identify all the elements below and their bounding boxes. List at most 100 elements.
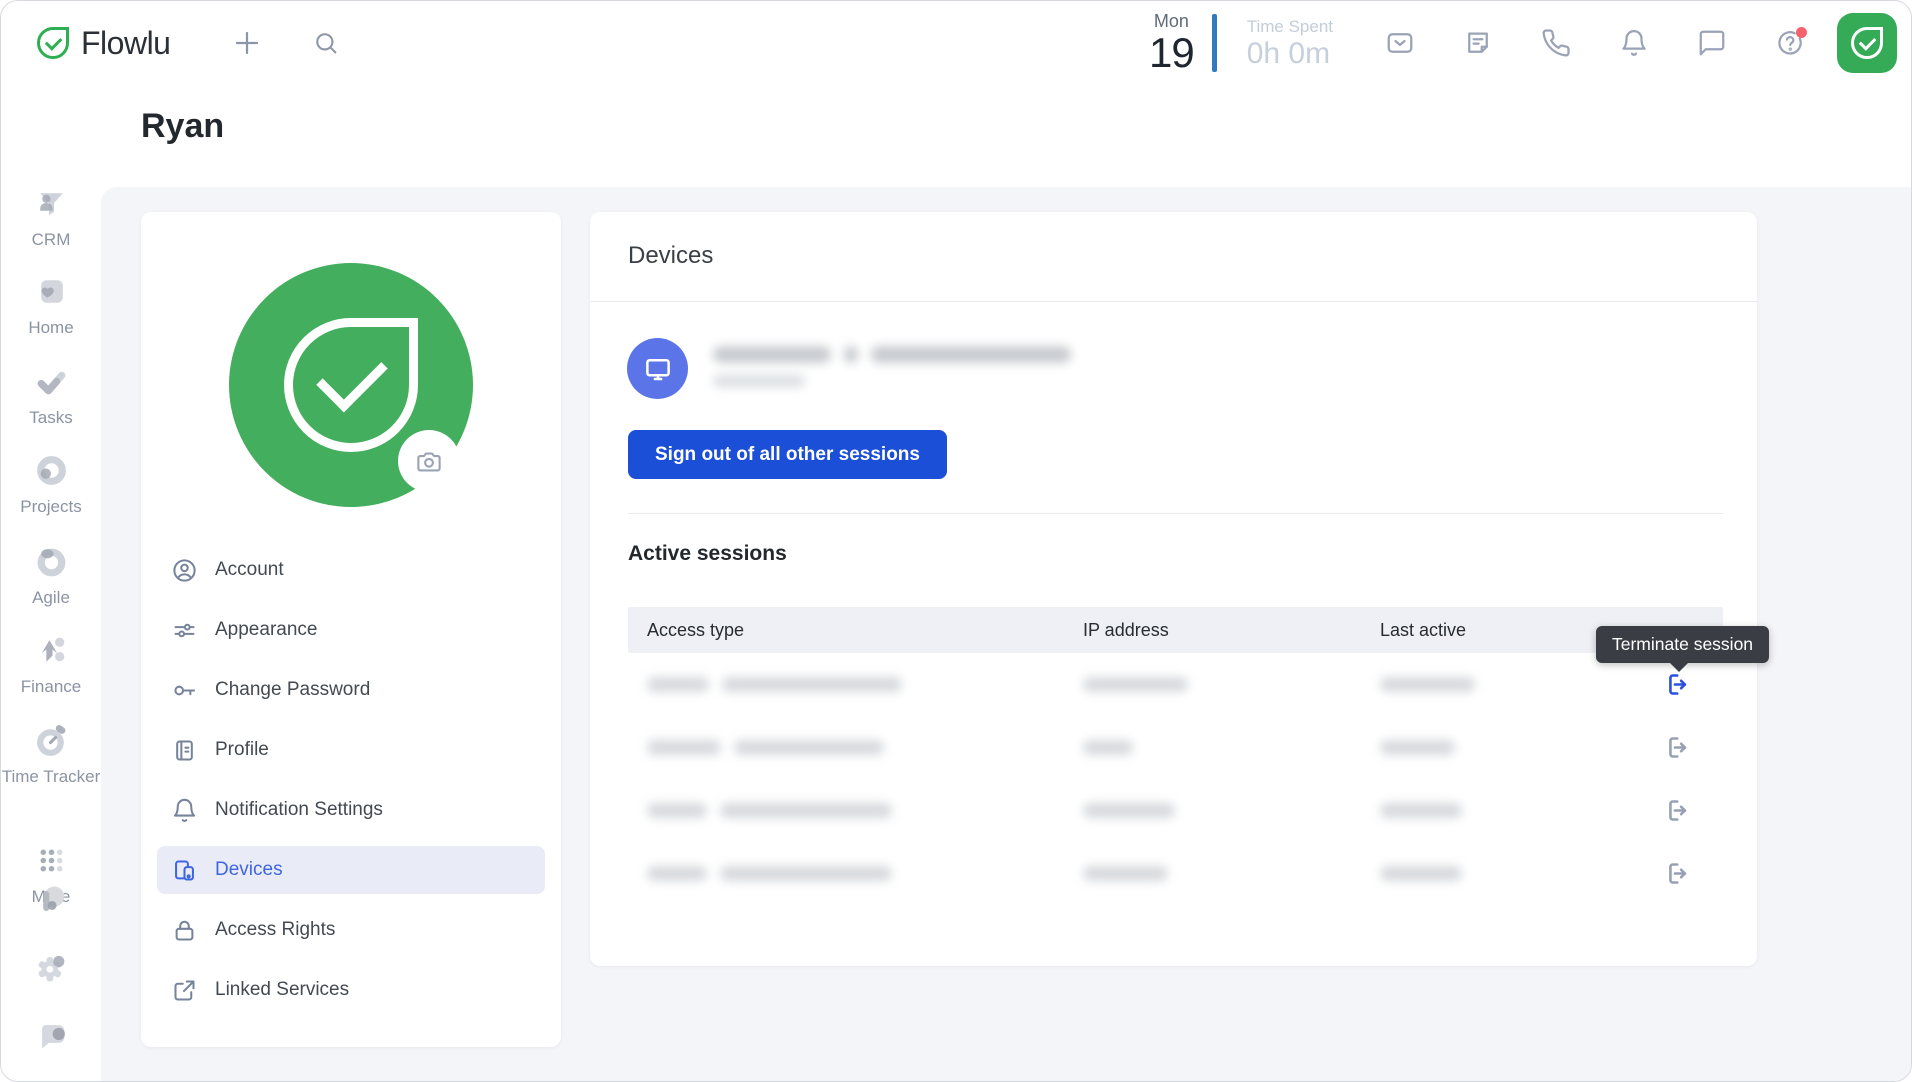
time-tracker-icon	[33, 722, 70, 759]
tasks-icon	[33, 363, 70, 400]
phone-icon	[1541, 28, 1571, 58]
plus-icon	[232, 28, 262, 58]
avatar-shield-icon	[1851, 27, 1883, 59]
session-ip-address	[1068, 740, 1368, 755]
session-rows	[628, 653, 1723, 905]
signout-icon	[1662, 797, 1689, 824]
masked-text	[1083, 677, 1188, 692]
masked-text	[647, 803, 707, 818]
menu-item-change-password[interactable]: Change Password	[157, 666, 545, 714]
phone-button[interactable]	[1517, 13, 1595, 73]
session-last-active	[1368, 740, 1628, 755]
session-ip-address	[1068, 677, 1368, 692]
gear-button[interactable]	[1, 947, 101, 992]
search-button[interactable]	[304, 21, 348, 65]
profile-card: Account Appearance Change Password Profile N…	[141, 212, 561, 1047]
menu-item-label: Profile	[215, 739, 269, 761]
more-grid-icon	[33, 842, 70, 879]
session-row	[628, 653, 1723, 716]
contact-card-icon	[171, 737, 198, 764]
masked-text	[647, 866, 707, 881]
help-button[interactable]	[1751, 13, 1829, 73]
column-header-last-active: Last active	[1368, 620, 1628, 641]
menu-item-notification-settings[interactable]: Notification Settings	[157, 786, 545, 834]
menu-item-account[interactable]: Account	[157, 546, 545, 594]
terminate-session-button[interactable]	[1656, 728, 1696, 768]
sidebar-item-time-tracker[interactable]: Time Tracker	[1, 722, 101, 787]
date-day: Mon	[1149, 12, 1194, 30]
time-spent-widget[interactable]: Time Spent 0h 0m	[1247, 18, 1333, 69]
sidebar-item-crm[interactable]: CRM	[1, 185, 101, 250]
feedback-chat-icon	[31, 1014, 71, 1054]
monitor-icon	[643, 354, 673, 384]
user-avatar[interactable]	[1837, 13, 1897, 73]
top-bar: Flowlu Mon 19 Time Spent 0h 0m	[1, 1, 1911, 85]
calendar-date[interactable]: Mon 19	[1149, 12, 1194, 74]
sidebar-item-home[interactable]: Home	[1, 273, 101, 338]
sidebar-item-label: Projects	[1, 497, 101, 517]
sidebar-item-agile[interactable]: Agile	[1, 543, 101, 608]
search-icon	[312, 29, 340, 57]
feedback-chat-button[interactable]	[1, 1014, 101, 1059]
masked-text	[647, 677, 709, 692]
session-actions	[1628, 791, 1723, 831]
signout-icon	[1662, 860, 1689, 887]
menu-item-access-rights[interactable]: Access Rights	[157, 906, 545, 954]
session-access-type	[628, 677, 1068, 692]
crm-icon	[33, 185, 70, 222]
terminate-session-button[interactable]	[1656, 854, 1696, 894]
content-area: Account Appearance Change Password Profile N…	[101, 187, 1911, 1081]
masked-text	[871, 346, 1071, 363]
table-header-row: Access type IP address Last active	[628, 607, 1723, 653]
menu-item-label: Account	[215, 559, 284, 581]
menu-item-linked-services[interactable]: Linked Services	[157, 966, 545, 1014]
masked-text	[734, 740, 884, 755]
masked-text	[720, 866, 892, 881]
bell-button[interactable]	[1595, 13, 1673, 73]
signout-icon	[1662, 734, 1689, 761]
active-sessions-title: Active sessions	[628, 542, 787, 566]
chat-button[interactable]	[1673, 13, 1751, 73]
session-access-type	[628, 866, 1068, 881]
sidebar-item-tasks[interactable]: Tasks	[1, 363, 101, 428]
key-icon	[171, 677, 198, 704]
menu-item-profile[interactable]: Profile	[157, 726, 545, 774]
masked-text	[1083, 866, 1168, 881]
current-device-subtext-masked	[713, 375, 815, 387]
top-bar-icons	[1361, 13, 1829, 73]
create-button[interactable]	[225, 21, 269, 65]
mail-icon	[1385, 28, 1415, 58]
column-header-access-type: Access type	[628, 620, 1068, 641]
page-title: Ryan	[141, 107, 224, 146]
session-access-type	[628, 803, 1068, 818]
sidebar-item-label: Time Tracker	[1, 767, 101, 787]
menu-item-label: Appearance	[215, 619, 317, 641]
flowlu-logo[interactable]: Flowlu	[37, 25, 170, 62]
profile-menu: Account Appearance Change Password Profile N…	[157, 546, 545, 1026]
menu-item-devices[interactable]: Devices	[157, 846, 545, 894]
menu-item-appearance[interactable]: Appearance	[157, 606, 545, 654]
masked-text	[1380, 866, 1462, 881]
session-last-active	[1368, 866, 1628, 881]
devices-title: Devices	[628, 242, 713, 270]
menu-item-label: Access Rights	[215, 919, 335, 941]
notes-button[interactable]	[1439, 13, 1517, 73]
active-sessions-table: Access type IP address Last active	[628, 607, 1723, 905]
devices-card-header: Devices	[590, 212, 1757, 302]
person-circle-icon	[171, 557, 198, 584]
menu-item-label: Notification Settings	[215, 799, 383, 821]
lock-icon	[171, 917, 198, 944]
chat-icon	[1697, 28, 1727, 58]
masked-text	[1380, 803, 1462, 818]
flowlu-p-button[interactable]	[1, 881, 101, 926]
app-window: Flowlu Mon 19 Time Spent 0h 0m Ryan CR	[0, 0, 1912, 1082]
mail-button[interactable]	[1361, 13, 1439, 73]
top-bar-right: Mon 19 Time Spent 0h 0m	[1149, 12, 1911, 74]
sign-out-all-button[interactable]: Sign out of all other sessions	[628, 430, 947, 479]
terminate-session-button[interactable]	[1656, 791, 1696, 831]
change-photo-button[interactable]	[398, 430, 460, 492]
sidebar-item-finance[interactable]: Finance	[1, 632, 101, 697]
sidebar-item-projects[interactable]: Projects	[1, 452, 101, 517]
menu-item-label: Change Password	[215, 679, 370, 701]
section-divider	[628, 513, 1723, 514]
